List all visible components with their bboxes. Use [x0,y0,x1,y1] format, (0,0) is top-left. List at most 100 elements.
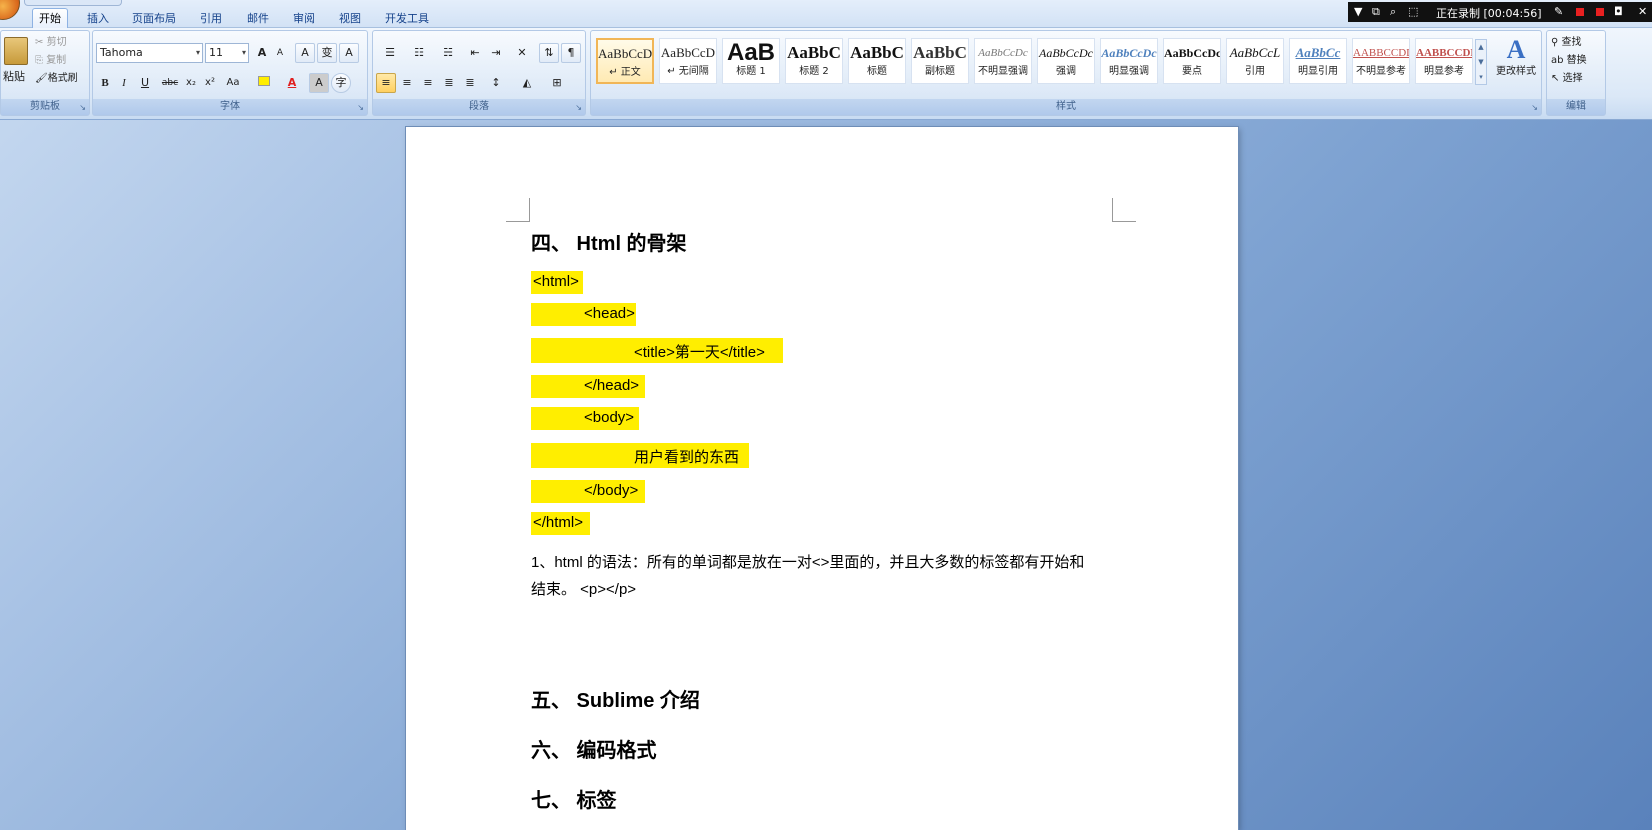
tab-developer[interactable]: 开发工具 [379,10,435,28]
bold-button[interactable]: B [96,73,114,93]
recorder-toolbar: ▼ ⧉ ⌕ ⬚ 正在录制 [00:04:56] ✎ ◘ ✕ [1348,2,1652,22]
dialog-launcher-icon[interactable]: ↘ [79,103,86,112]
style-item[interactable]: AaB 标题 1 [722,38,780,84]
zoom-icon[interactable]: ⌕ [1390,5,1396,19]
style-item[interactable]: AaBbC 标题 2 [785,38,843,84]
style-item[interactable]: AaBbCcDc 要点 [1163,38,1221,84]
phonetic-guide-button[interactable]: 变 [317,43,337,63]
font-name-select[interactable]: Tahoma [96,43,203,63]
font-color-button[interactable]: A [279,73,305,93]
binoculars-icon: ⚲ [1551,37,1559,48]
decrease-indent-button[interactable]: ⇤ [465,43,485,63]
code-line-head-close: </head> [584,377,640,394]
tab-home[interactable]: 开始 [32,8,68,29]
cut-button[interactable]: ✂ 剪切 [35,35,67,51]
enclose-characters-button[interactable]: 字 [331,73,351,93]
style-preview: AaBbCcDc [1039,46,1093,60]
close-icon[interactable]: ✕ [1638,5,1647,18]
justify-button[interactable]: ≣ [439,73,459,93]
strikethrough-button[interactable]: abc [159,73,181,93]
gallery-scroll[interactable]: ▲ ▼ ▾ [1475,39,1487,85]
borders-button[interactable]: ⊞ [543,73,571,93]
quick-access-toolbar[interactable] [24,0,122,6]
document-page[interactable]: 四、 Html 的骨架 <html> <head> <title>第一天</ti… [406,127,1238,830]
format-painter-button[interactable]: 🖌格式刷 [35,71,78,87]
multilevel-list-button[interactable]: ☵ [434,43,462,63]
sort-button[interactable]: ⇅ [539,43,559,63]
find-button[interactable]: ⚲ 查找 [1551,35,1582,51]
tab-mailings[interactable]: 邮件 [241,10,275,28]
distribute-button[interactable]: ≣ [460,73,480,93]
increase-indent-button[interactable]: ⇥ [486,43,506,63]
editing-group: ⚲ 查找 ab 替换 ↖ 选择 编辑 [1546,30,1606,116]
character-border-button[interactable]: A [339,43,359,63]
style-preview: AaBbCcDc [978,47,1028,59]
highlight-color-button[interactable] [251,73,277,93]
show-marks-button[interactable]: ¶ [561,43,581,63]
heading-6: 六、 编码格式 [531,740,657,762]
style-item[interactable]: AaBbC 标题 [848,38,906,84]
shrink-font-button[interactable]: A [271,43,289,63]
style-item[interactable]: AaBbCcDc 不明显强调 [974,38,1032,84]
chinese-layout-button[interactable]: ✕ [509,43,535,63]
style-item[interactable]: AaBbCcD ↵ 正文 [596,38,654,84]
style-item[interactable]: AABBCCDD 明显参考 [1415,38,1473,84]
style-item[interactable]: AaBbCc 明显引用 [1289,38,1347,84]
stop-icon[interactable] [1596,8,1604,16]
tab-review[interactable]: 审阅 [287,10,321,28]
tab-view[interactable]: 视图 [333,10,367,28]
superscript-button[interactable]: x² [201,73,219,93]
paste-icon[interactable] [4,37,28,65]
change-case-button[interactable]: Aa [221,73,245,93]
grow-font-button[interactable]: A [253,43,271,63]
highlighter-icon [258,76,270,86]
numbering-button[interactable]: ☷ [405,43,433,63]
tab-insert[interactable]: 插入 [81,10,115,28]
find-label: 查找 [1561,37,1582,48]
shading-button[interactable]: ◭ [513,73,541,93]
character-shading-button[interactable]: A [309,73,329,93]
style-item[interactable]: AaBbCcDc 强调 [1037,38,1095,84]
dropdown-icon[interactable]: ▼ [1354,5,1362,18]
region-icon[interactable]: ⬚ [1408,5,1418,18]
underline-button[interactable]: U [134,73,156,93]
pause-icon[interactable] [1576,8,1584,16]
style-item[interactable]: AABBCCDD 不明显参考 [1352,38,1410,84]
style-item[interactable]: AaBbC 副标题 [911,38,969,84]
bullets-button[interactable]: ☰ [376,43,404,63]
align-right-button[interactable]: ≡ [418,73,438,93]
align-center-button[interactable]: ≡ [397,73,417,93]
code-line-title: <title>第一天</title> [634,344,765,361]
style-preview: AaBbC [787,43,841,62]
justify-icon: ≣ [444,76,454,89]
line-spacing-button[interactable]: ↕ [483,73,509,93]
office-button[interactable] [0,0,20,20]
replace-button[interactable]: ab 替换 [1551,53,1587,69]
style-item[interactable]: AaBbCcL 引用 [1226,38,1284,84]
clear-format-button[interactable]: A [295,43,315,63]
pen-icon[interactable]: ✎ [1554,5,1563,18]
dialog-launcher-icon[interactable]: ↘ [1531,103,1538,112]
select-button[interactable]: ↖ 选择 [1551,71,1583,87]
tab-page-layout[interactable]: 页面布局 [126,10,182,28]
font-group: Tahoma 11 A A A 变 A B I U abc x₂ x² Aa A… [92,30,368,116]
window-icon[interactable]: ⧉ [1372,5,1380,19]
align-left-button[interactable]: ≡ [376,73,396,93]
style-item[interactable]: AaBbCcDc 明显强调 [1100,38,1158,84]
paste-button[interactable]: 粘贴 [3,69,25,85]
camera-icon[interactable]: ◘ [1614,5,1623,18]
style-preview: AABBCCDD [1416,47,1472,59]
subscript-button[interactable]: x₂ [182,73,200,93]
style-preview: AABBCCDD [1353,47,1409,59]
change-styles-button[interactable]: A 更改样式 [1495,35,1537,79]
copy-label: 复制 [46,55,67,66]
bullet-list-icon: ☰ [385,46,395,59]
italic-button[interactable]: I [115,73,133,93]
font-size-select[interactable]: 11 [205,43,249,63]
dialog-launcher-icon[interactable]: ↘ [357,103,364,112]
style-item[interactable]: AaBbCcD ↵ 无间隔 [659,38,717,84]
copy-button[interactable]: ⎘ 复制 [35,53,66,69]
style-name: 标题 1 [736,66,766,77]
tab-references[interactable]: 引用 [194,10,228,28]
dialog-launcher-icon[interactable]: ↘ [575,103,582,112]
